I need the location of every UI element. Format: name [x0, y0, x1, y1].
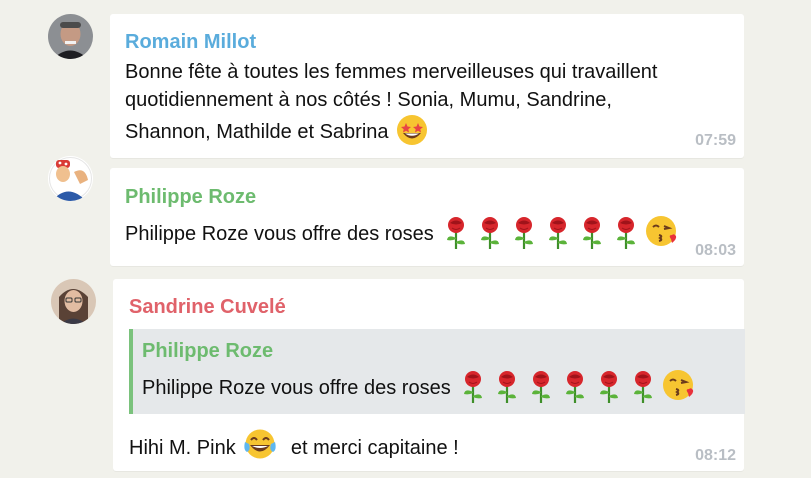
reply-text-content: Philippe Roze vous offre des roses	[142, 377, 451, 399]
rose-emoji-icon	[558, 370, 592, 404]
sender-name[interactable]: Philippe Roze	[125, 186, 256, 209]
rose-emoji-icon	[439, 216, 473, 250]
reply-text: Philippe Roze vous offre des roses	[142, 368, 696, 411]
rose-emoji-icon	[456, 370, 490, 404]
rose-emoji-icon	[592, 370, 626, 404]
reply-quote[interactable]: Philippe Roze Philippe Roze vous offre d…	[129, 329, 745, 414]
message-text-after: et merci capitaine !	[290, 437, 459, 459]
rose-emoji-icon	[507, 216, 541, 250]
message-text: Philippe Roze vous offre des roses	[125, 214, 679, 257]
rose-emoji-icon	[575, 216, 609, 250]
message-text-line: Shannon, Mathilde et Sabrina	[125, 114, 428, 155]
message-time: 07:59	[695, 132, 736, 149]
message-text: Hihi M. Pink et merci capitaine !	[129, 428, 459, 471]
message-text-line-content: Shannon, Mathilde et Sabrina	[125, 121, 389, 143]
kissing-face-emoji-icon	[645, 214, 679, 257]
message-text-before: Hihi M. Pink	[129, 437, 236, 459]
rose-emoji-icon	[490, 370, 524, 404]
avatar-romain-millot[interactable]	[48, 14, 93, 59]
star-struck-face-emoji-icon	[396, 114, 428, 155]
message-bubble-1[interactable]: Romain Millot Bonne fête à toutes les fe…	[110, 14, 744, 158]
rose-emoji-icon	[541, 216, 575, 250]
kissing-face-emoji-icon	[662, 368, 696, 411]
rose-emoji-icon	[609, 216, 643, 250]
reply-sender-name: Philippe Roze	[142, 340, 274, 362]
tears-of-joy-face-emoji-icon	[243, 428, 277, 471]
avatar-philippe-roze[interactable]	[48, 156, 93, 201]
message-text-line: quotidiennement à nos côtés ! Sonia, Mum…	[125, 89, 612, 111]
sender-name[interactable]: Romain Millot	[125, 31, 256, 54]
sender-name[interactable]: Sandrine Cuvelé	[129, 296, 286, 319]
message-text-line: Bonne fête à toutes les femmes merveille…	[125, 61, 658, 83]
message-text-content: Philippe Roze vous offre des roses	[125, 223, 434, 245]
avatar-sandrine-cuvele[interactable]	[51, 279, 96, 324]
message-time: 08:03	[695, 242, 736, 259]
rose-emoji-icon	[473, 216, 507, 250]
message-bubble-3[interactable]: Sandrine Cuvelé Philippe Roze Philippe R…	[113, 279, 745, 471]
message-time: 08:12	[695, 447, 736, 464]
message-bubble-2[interactable]: Philippe Roze Philippe Roze vous offre d…	[110, 168, 744, 266]
rose-emoji-icon	[524, 370, 558, 404]
rose-emoji-icon	[626, 370, 660, 404]
